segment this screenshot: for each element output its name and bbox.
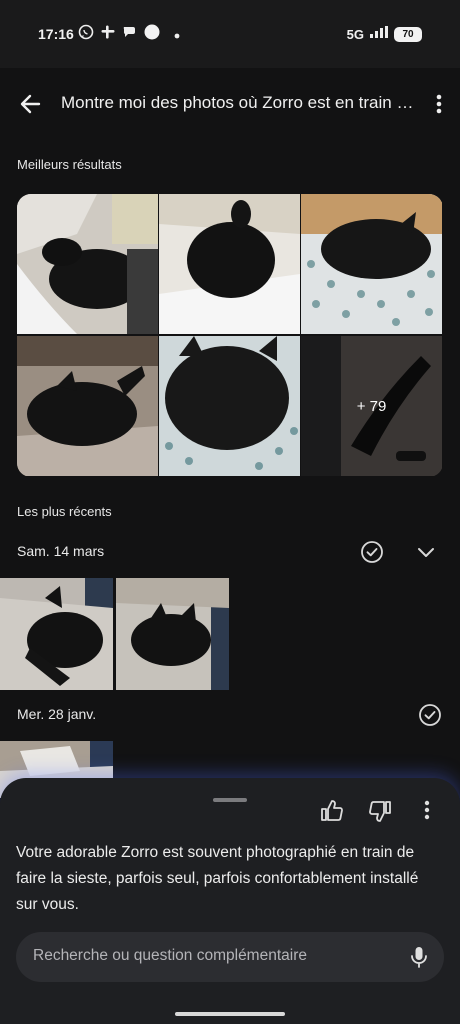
photo-tile[interactable] (17, 336, 158, 476)
select-group-button[interactable] (360, 540, 384, 564)
photo-tile[interactable] (17, 194, 158, 334)
section-recent-label: Les plus récents (17, 504, 112, 519)
check-circle-icon (419, 704, 441, 726)
thumbs-up-button[interactable] (319, 798, 345, 824)
chat-bubbles-icon (122, 24, 138, 45)
results-content: Meilleurs résultats + 79 Les plus récent… (0, 138, 460, 798)
more-options-button[interactable] (432, 90, 446, 118)
page-title: Montre moi des photos où Zorro est en tr… (61, 93, 421, 112)
thumbs-up-icon (321, 800, 343, 821)
answer-text: Votre adorable Zorro est souvent photogr… (16, 844, 419, 913)
section-best-label: Meilleurs résultats (17, 157, 122, 172)
gesture-nav-bar (175, 1012, 285, 1016)
battery-icon: 70 (394, 26, 422, 42)
best-results-grid: + 79 (17, 194, 443, 477)
status-right: 5G 70 (347, 25, 422, 43)
photo-tile[interactable] (159, 194, 300, 334)
notification-icons (78, 24, 180, 45)
more-count-label: + 79 (301, 336, 442, 476)
chevron-down-icon (418, 548, 434, 557)
photo-tile-more[interactable]: + 79 (301, 336, 442, 476)
check-circle-icon (361, 541, 383, 563)
photo-thumbnail[interactable] (116, 578, 229, 690)
sheet-more-button[interactable] (424, 800, 438, 824)
dot-icon (174, 26, 180, 44)
collapse-group-button[interactable] (414, 540, 438, 564)
thumbs-down-button[interactable] (367, 798, 393, 824)
more-vert-icon (436, 94, 442, 114)
status-bar: 17:16 5G 70 (0, 0, 460, 68)
mic-icon (411, 947, 427, 968)
arrow-back-icon (20, 94, 41, 114)
app-bar: Montre moi des photos où Zorro est en tr… (0, 68, 460, 138)
voice-input-button[interactable] (408, 945, 430, 969)
circle-icon (144, 24, 160, 45)
photo-thumbnail[interactable] (0, 578, 113, 690)
date-label: Mer. 28 janv. (17, 706, 97, 722)
photo-tile[interactable] (301, 194, 442, 334)
signal-icon (370, 25, 388, 43)
date-label: Sam. 14 mars (17, 543, 105, 559)
date-group-header: Sam. 14 mars (0, 537, 460, 567)
network-label: 5G (346, 26, 364, 42)
followup-search-bar[interactable] (16, 932, 444, 982)
photo-tile[interactable] (159, 336, 300, 476)
date-group-header: Mer. 28 janv. (0, 700, 460, 730)
thumbs-down-icon (369, 801, 391, 822)
back-button[interactable] (16, 90, 44, 118)
followup-search-input[interactable] (33, 947, 393, 965)
slack-icon (100, 24, 116, 45)
select-group-button[interactable] (418, 703, 442, 727)
answer-sheet: Votre adorable Zorro est souvent photogr… (0, 778, 460, 1024)
more-vert-icon (424, 800, 430, 820)
whatsapp-icon (78, 24, 94, 45)
drag-handle[interactable] (213, 798, 247, 802)
status-time: 17:16 (38, 26, 74, 42)
